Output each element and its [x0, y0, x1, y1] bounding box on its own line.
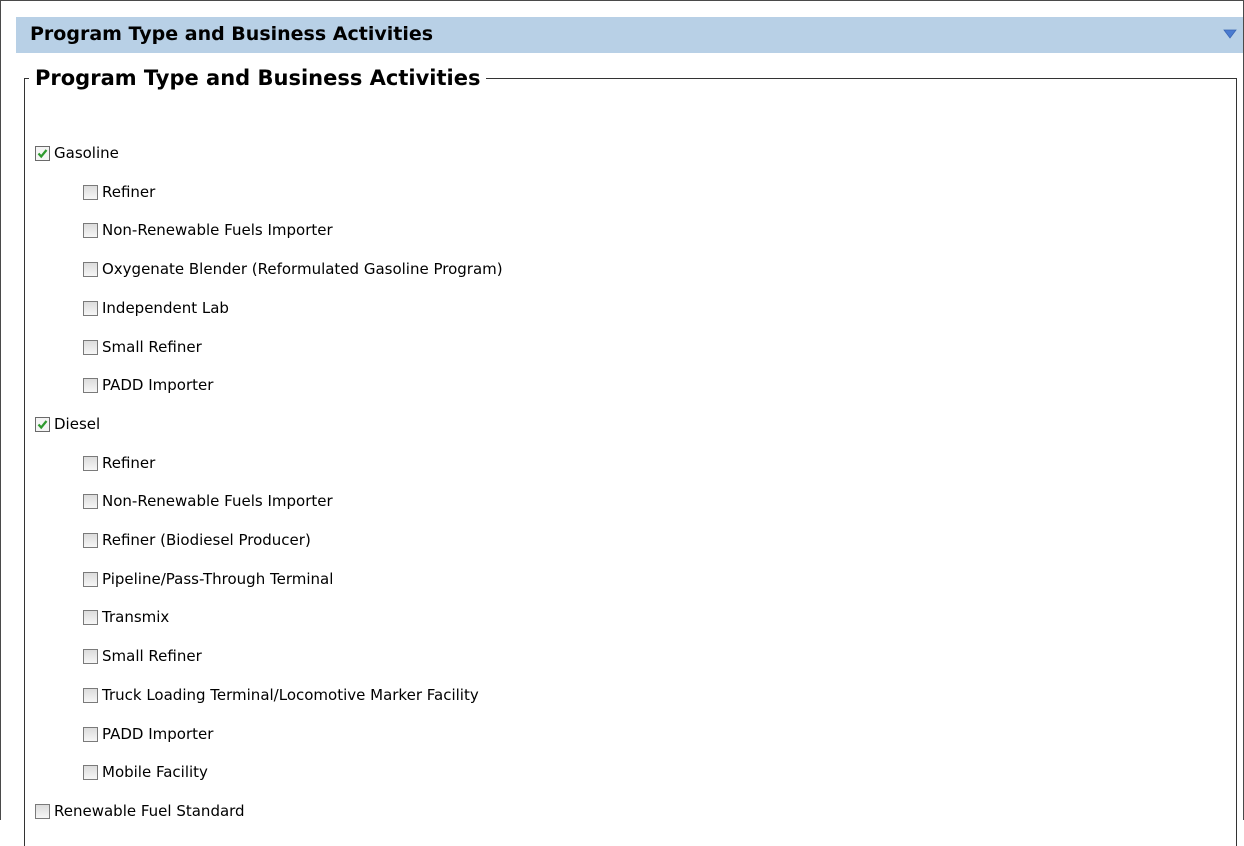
checkbox-label: PADD Importer: [102, 725, 214, 743]
checkbox-checked[interactable]: [35, 416, 50, 432]
checkbox-option[interactable]: Independent Lab: [83, 299, 229, 317]
checkbox-unchecked[interactable]: [83, 377, 98, 393]
panel-title: Program Type and Business Activities: [30, 23, 434, 45]
checkbox-option[interactable]: Non-Renewable Fuels Importer: [83, 221, 333, 239]
checkbox-option[interactable]: Small Refiner: [83, 338, 202, 356]
checkmark-icon: [37, 419, 48, 429]
checkbox-option[interactable]: Transmix: [83, 608, 169, 626]
checkbox-label: Pipeline/Pass-Through Terminal: [102, 570, 334, 588]
checkbox-option[interactable]: Pipeline/Pass-Through Terminal: [83, 570, 333, 588]
program-type-fieldset: Program Type and Business Activities Gas…: [24, 66, 1237, 846]
checkbox-label: Diesel: [54, 415, 101, 433]
checkbox-label: Independent Lab: [102, 299, 229, 317]
checkbox-unchecked[interactable]: [83, 726, 98, 742]
fieldset-legend: Program Type and Business Activities: [35, 66, 481, 90]
checkbox-option[interactable]: Refiner: [83, 454, 155, 472]
checkbox-label: Refiner (Biodiesel Producer): [102, 531, 311, 549]
checkbox-unchecked[interactable]: [83, 609, 98, 625]
checkbox-unchecked[interactable]: [83, 261, 98, 277]
checkbox-option[interactable]: PADD Importer: [83, 725, 213, 743]
checkbox-unchecked[interactable]: [83, 222, 98, 238]
checkbox-label: Transmix: [102, 608, 170, 626]
checkbox-option[interactable]: PADD Importer: [83, 376, 213, 394]
triangle-down-icon[interactable]: [1223, 29, 1237, 39]
checkbox-option[interactable]: Truck Loading Terminal/Locomotive Marker…: [83, 686, 479, 704]
checkmark-icon: [37, 148, 48, 158]
checkbox-checked[interactable]: [35, 145, 50, 161]
checkbox-label: Refiner: [102, 183, 156, 201]
checkbox-label: Mobile Facility: [102, 763, 208, 781]
checkbox-unchecked[interactable]: [83, 764, 98, 780]
checkbox-unchecked[interactable]: [35, 803, 50, 819]
checkbox-option[interactable]: Refiner (Biodiesel Producer): [83, 531, 311, 549]
checkbox-option[interactable]: Oxygenate Blender (Reformulated Gasoline…: [83, 260, 503, 278]
checkbox-label: Renewable Fuel Standard: [54, 802, 245, 820]
panel-header[interactable]: Program Type and Business Activities: [16, 17, 1243, 53]
checkbox-label: PADD Importer: [102, 376, 214, 394]
checkbox-option[interactable]: Non-Renewable Fuels Importer: [83, 492, 333, 510]
checkbox-label: Small Refiner: [102, 338, 202, 356]
checkbox-unchecked[interactable]: [83, 687, 98, 703]
checkbox-option[interactable]: Renewable Fuel Standard: [35, 802, 245, 820]
checkbox-label: Truck Loading Terminal/Locomotive Marker…: [102, 686, 479, 704]
checkbox-label: Non-Renewable Fuels Importer: [102, 492, 333, 510]
checkbox-unchecked[interactable]: [83, 455, 98, 471]
checkbox-label: Gasoline: [54, 144, 119, 162]
checkbox-unchecked[interactable]: [83, 184, 98, 200]
checkbox-unchecked[interactable]: [83, 532, 98, 548]
checkbox-unchecked[interactable]: [83, 648, 98, 664]
checkbox-option[interactable]: Diesel: [35, 415, 100, 433]
checkbox-unchecked[interactable]: [83, 300, 98, 316]
checkbox-option[interactable]: Refiner: [83, 183, 155, 201]
checkbox-unchecked[interactable]: [83, 493, 98, 509]
checkbox-unchecked[interactable]: [83, 339, 98, 355]
checkbox-option[interactable]: Gasoline: [35, 144, 119, 162]
checkbox-unchecked[interactable]: [83, 571, 98, 587]
checkbox-label: Oxygenate Blender (Reformulated Gasoline…: [102, 260, 503, 278]
checkbox-label: Refiner: [102, 454, 156, 472]
checkbox-label: Small Refiner: [102, 647, 202, 665]
checkbox-option[interactable]: Mobile Facility: [83, 763, 208, 781]
checkbox-option[interactable]: Small Refiner: [83, 647, 202, 665]
checkbox-label: Non-Renewable Fuels Importer: [102, 221, 333, 239]
